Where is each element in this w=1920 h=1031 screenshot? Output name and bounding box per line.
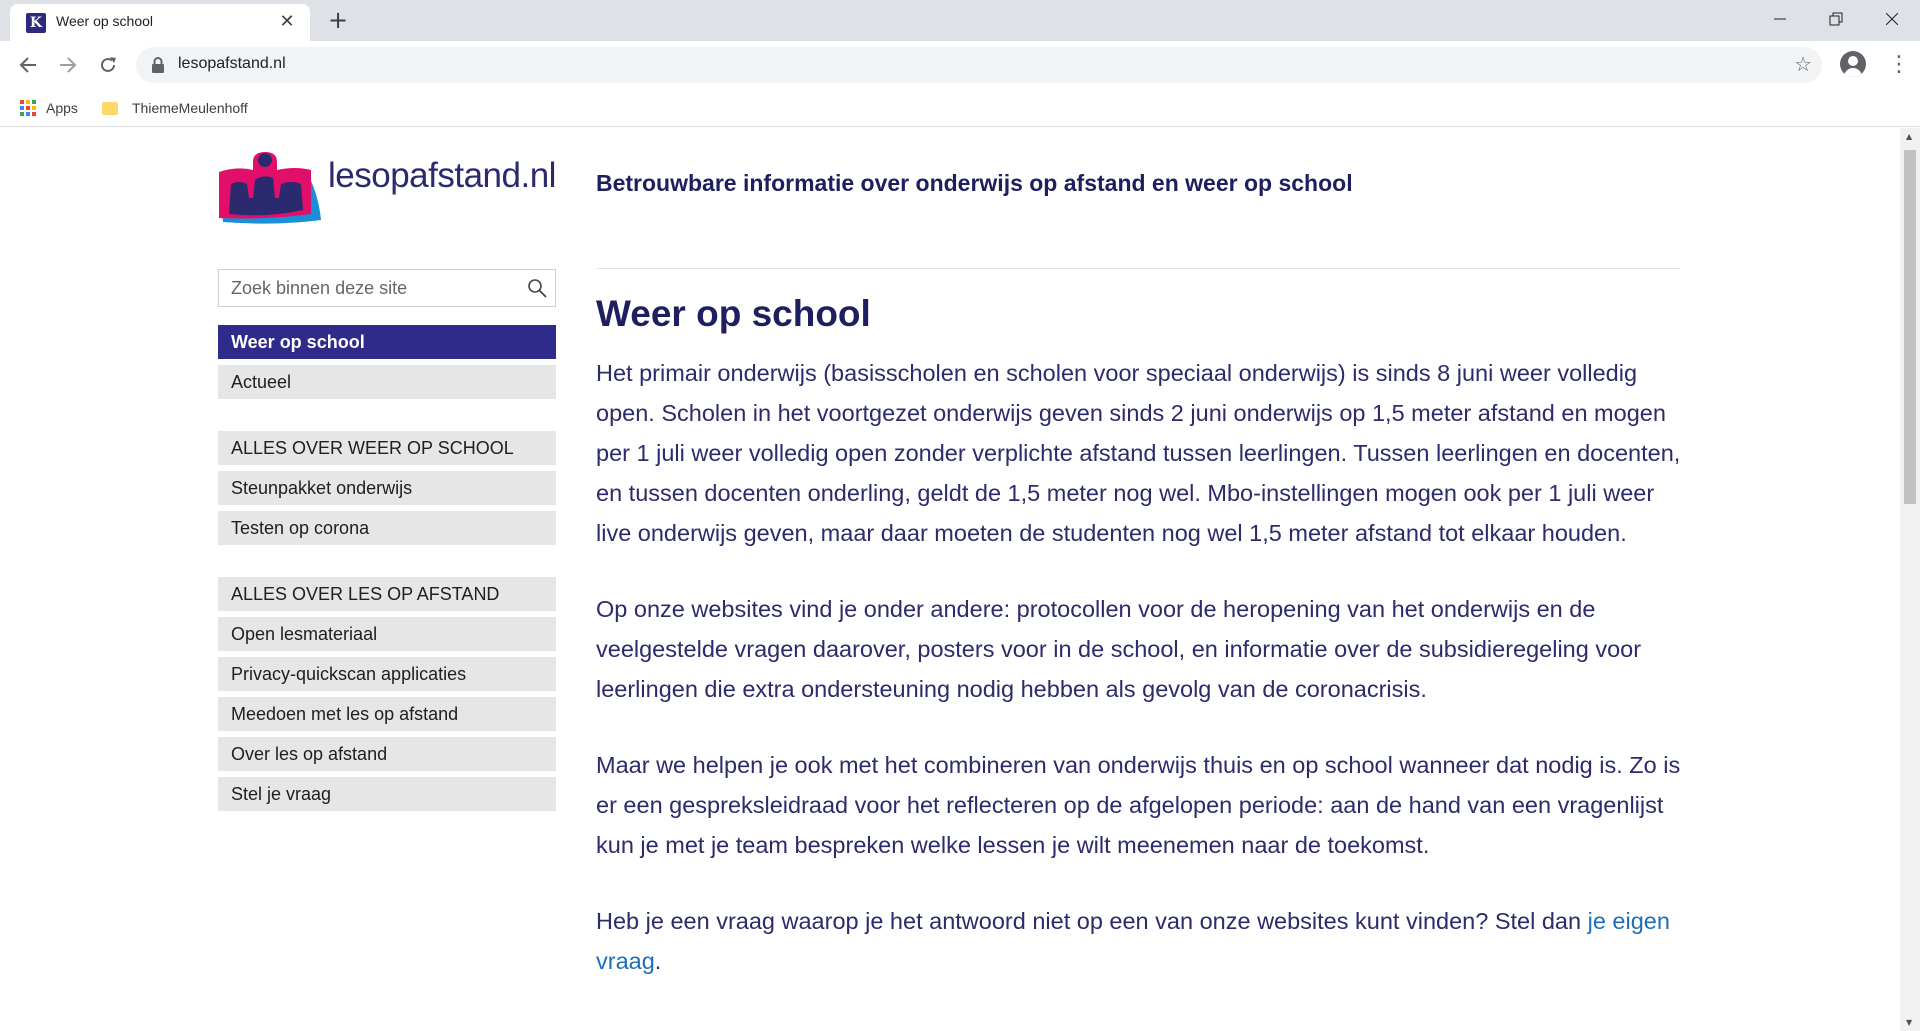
bookmark-apps[interactable]: Apps [20, 95, 78, 121]
page-scrollbar[interactable]: ▲ ▼ [1900, 128, 1920, 1031]
vraag-paragraph: Heb je een vraag waarop je het antwoord … [596, 901, 1686, 981]
scroll-down-icon[interactable]: ▼ [1906, 1018, 1912, 1027]
combineren-paragraph: Maar we helpen je ook met het combineren… [596, 752, 1681, 858]
nav-item-testen[interactable]: Testen op corona [218, 511, 556, 545]
site-tagline: Betrouwbare informatie over onderwijs op… [596, 170, 1353, 196]
minimize-icon[interactable] [1752, 0, 1808, 38]
restore-icon[interactable] [1808, 0, 1864, 38]
profile-icon[interactable] [1840, 51, 1866, 77]
close-window-icon[interactable] [1864, 0, 1920, 38]
vraag-end: . [654, 948, 662, 974]
nav-item-steunpakket[interactable]: Steunpakket onderwijs [218, 471, 556, 505]
bookmark-label: ThiemeMeulenhoff [132, 100, 248, 116]
page-title: Weer op school [596, 293, 871, 334]
vraag-text: Heb je een vraag waarop je het antwoord … [596, 908, 1588, 934]
forward-arrow-icon[interactable] [54, 51, 82, 79]
nav-item-weer-op-school[interactable]: Weer op school [218, 325, 556, 359]
site-favicon-icon: K [26, 13, 46, 33]
nav-item-stel-je-vraag[interactable]: Stel je vraag [218, 777, 556, 811]
site-search [218, 269, 556, 307]
bookmark-label: Apps [46, 100, 78, 116]
bookmarks-bar: Apps ThiemeMeulenhoff [0, 89, 1920, 127]
nav-item-meedoen[interactable]: Meedoen met les op afstand [218, 697, 556, 731]
nav-item-actueel[interactable]: Actueel [218, 365, 556, 399]
tab-strip: K Weer op school ✕ + [0, 0, 1920, 41]
bookmark-thiememeulenhoff[interactable]: ThiemeMeulenhoff [102, 95, 248, 121]
reload-icon[interactable] [94, 51, 122, 79]
search-icon[interactable] [527, 278, 547, 298]
lock-icon [152, 57, 164, 73]
browser-toolbar: lesopafstand.nl ☆ ⋮ [0, 41, 1920, 89]
websites-paragraph: Op onze websites vind je onder andere: p… [596, 596, 1642, 702]
nav-item-privacy-quickscan[interactable]: Privacy-quickscan applicaties [218, 657, 556, 691]
scroll-up-icon[interactable]: ▲ [1906, 132, 1912, 141]
nav-item-over-les[interactable]: Over les op afstand [218, 737, 556, 771]
apps-grid-icon [20, 100, 36, 116]
nav-heading-weer-op-school[interactable]: ALLES OVER WEER OP SCHOOL [218, 431, 556, 465]
folder-icon [102, 101, 118, 115]
search-input[interactable] [219, 270, 519, 306]
browser-menu-icon[interactable]: ⋮ [1888, 51, 1910, 79]
tab-close-icon[interactable]: ✕ [276, 11, 298, 33]
back-arrow-icon[interactable] [14, 51, 42, 79]
intro-paragraph: Het primair onderwijs (basisscholen en s… [596, 360, 1681, 546]
nav-item-open-lesmateriaal[interactable]: Open lesmateriaal [218, 617, 556, 651]
scrollbar-thumb[interactable] [1904, 150, 1916, 504]
window-controls [1752, 0, 1920, 41]
nav-heading-les-op-afstand[interactable]: ALLES OVER LES OP AFSTAND [218, 577, 556, 611]
bookmark-star-icon[interactable]: ☆ [1794, 52, 1812, 76]
browser-tab[interactable]: K Weer op school ✕ [10, 4, 310, 41]
web-page: lesopafstand.nl Betrouwbare informatie o… [0, 128, 1900, 1031]
content-divider [596, 268, 1680, 269]
tab-title: Weer op school [56, 13, 154, 29]
logo-text[interactable]: lesopafstand.nl [328, 156, 556, 196]
site-logo-icon[interactable] [217, 148, 321, 224]
side-navigation: Weer op school Actueel ALLES OVER WEER O… [218, 325, 556, 817]
url-text: lesopafstand.nl [178, 55, 286, 72]
main-content: Weer op school Het primair onderwijs (ba… [596, 293, 1686, 1017]
new-tab-icon[interactable]: + [324, 6, 352, 34]
address-bar[interactable]: lesopafstand.nl ☆ [136, 47, 1822, 83]
